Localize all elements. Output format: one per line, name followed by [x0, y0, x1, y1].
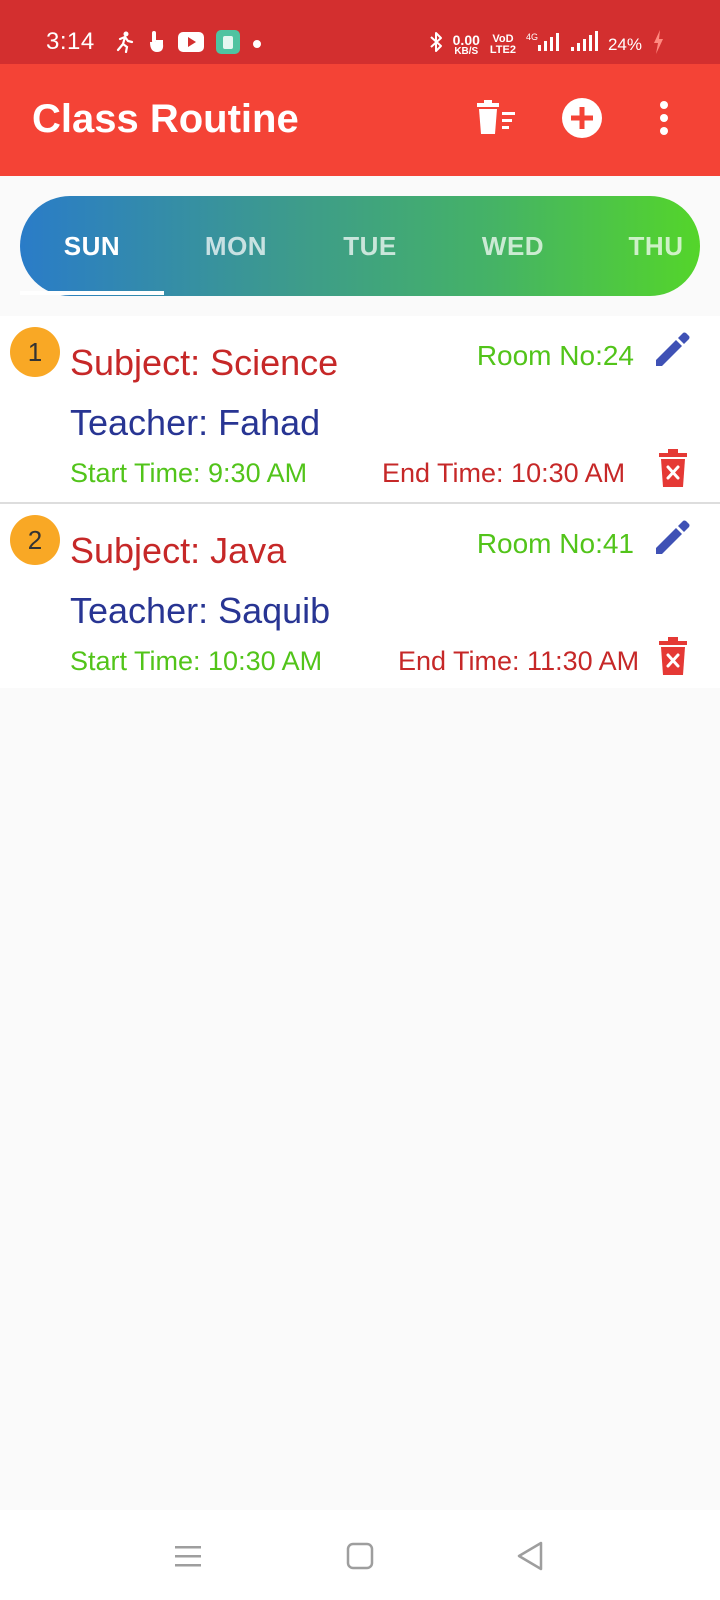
- menu-icon: [174, 1544, 202, 1573]
- more-vert-icon: [658, 100, 670, 141]
- home-icon: [346, 1542, 374, 1575]
- dot-icon: [252, 36, 262, 54]
- back-icon: [516, 1541, 544, 1576]
- routine-teacher: Teacher: Saquib: [70, 590, 331, 631]
- delete-routine-button[interactable]: [652, 634, 694, 682]
- add-circle-icon: [561, 97, 603, 144]
- routine-card[interactable]: 2 Subject: Java Room No:41 Teacher: Saqu…: [0, 504, 720, 688]
- bluetooth-icon: [429, 31, 443, 58]
- status-time: 3:14: [46, 28, 95, 55]
- signal-icon-2: [570, 31, 598, 58]
- svg-text:4G: 4G: [526, 32, 538, 42]
- volte-bottom: LTE2: [489, 43, 516, 56]
- add-routine-button[interactable]: [552, 90, 612, 150]
- day-tabs: SUN MON TUE WED THU: [20, 196, 700, 296]
- routine-room: Room No:24: [476, 340, 634, 371]
- routine-end-time: End Time: 11:30 AM: [398, 646, 640, 676]
- routine-list: 1 Subject: Science Room No:24 Teacher: F…: [0, 316, 720, 688]
- routine-room: Room No:41: [476, 528, 634, 559]
- signal-icon: 4G: [526, 31, 560, 58]
- routine-start-time: Start Time: 10:30 AM: [70, 646, 323, 676]
- system-icons: 0.00 KB/S VoD LTE2 4G 24%: [429, 30, 664, 59]
- delete-forever-icon: [659, 636, 687, 680]
- notification-icons: [114, 30, 262, 59]
- net-speed-value: 0.00: [452, 31, 480, 48]
- page-title: Class Routine: [32, 97, 299, 141]
- delete-routine-button[interactable]: [652, 446, 694, 494]
- edit-routine-button[interactable]: [650, 328, 696, 374]
- net-speed-unit: KB/S: [454, 45, 479, 57]
- edit-routine-button[interactable]: [650, 516, 696, 562]
- pencil-icon: [654, 518, 692, 561]
- delete-all-icon: [475, 99, 517, 141]
- home-button[interactable]: [332, 1530, 388, 1586]
- app-bar: Class Routine: [0, 64, 720, 176]
- tab-mon[interactable]: MON: [164, 196, 308, 296]
- back-button[interactable]: [502, 1530, 558, 1586]
- touch-icon: [146, 30, 166, 59]
- delete-all-button[interactable]: [466, 90, 526, 150]
- status-bar: 3:14 0.00 KB/S VoD LTE2 4G 24%: [0, 0, 720, 64]
- net-speed: 0.00 KB/S: [453, 33, 480, 57]
- app-icon: [216, 30, 240, 59]
- tab-wed[interactable]: WED: [432, 196, 594, 296]
- system-nav-bar: [0, 1510, 720, 1600]
- routine-subject: Subject: Java: [70, 530, 287, 571]
- overflow-menu-button[interactable]: [634, 90, 694, 150]
- tab-indicator: [20, 291, 164, 295]
- routine-card[interactable]: 1 Subject: Science Room No:24 Teacher: F…: [0, 316, 720, 504]
- routine-end-time: End Time: 10:30 AM: [382, 458, 626, 488]
- tab-thu[interactable]: THU: [594, 196, 700, 296]
- recent-apps-button[interactable]: [160, 1530, 216, 1586]
- battery-charging-icon: [652, 30, 664, 59]
- delete-forever-icon: [659, 448, 687, 492]
- tab-tue[interactable]: TUE: [308, 196, 432, 296]
- volte-top: VoD: [492, 32, 514, 45]
- routine-teacher: Teacher: Fahad: [70, 402, 321, 443]
- routine-start-time: Start Time: 9:30 AM: [70, 458, 308, 488]
- tab-sun[interactable]: SUN: [20, 196, 164, 296]
- routine-subject: Subject: Science: [70, 342, 339, 383]
- volte-indicator: VoD LTE2: [489, 32, 516, 56]
- battery-level: 24%: [607, 34, 642, 54]
- routine-number-badge: 2: [10, 515, 60, 565]
- running-icon: [114, 31, 134, 58]
- youtube-icon: [178, 32, 204, 57]
- pencil-icon: [654, 330, 692, 373]
- routine-number-badge: 1: [10, 327, 60, 377]
